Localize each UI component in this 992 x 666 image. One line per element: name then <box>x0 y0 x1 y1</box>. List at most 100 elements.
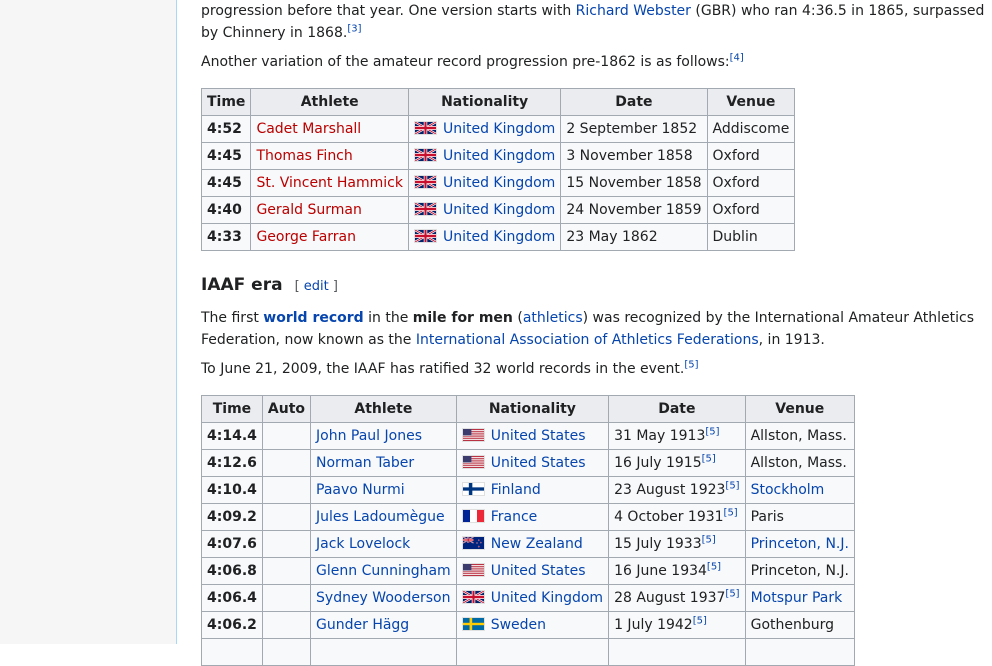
column-header-time: Time <box>200 88 252 116</box>
citation[interactable]: [5] <box>705 426 719 437</box>
venue-cell: Gothenburg <box>744 611 855 639</box>
text: The first <box>201 310 264 326</box>
finland-flag-icon <box>461 482 485 496</box>
venue-link[interactable]: Stockholm <box>751 482 825 498</box>
venue-link[interactable]: Princeton, N.J. <box>751 536 849 552</box>
date-cell <box>608 638 746 666</box>
athlete-link[interactable]: Gunder Hägg <box>316 617 409 633</box>
venue-cell: Allston, Mass. <box>744 449 855 477</box>
uk-flag-icon <box>461 590 485 604</box>
citation-link[interactable]: [5] <box>693 615 707 626</box>
heading-text: IAAF era <box>201 275 283 295</box>
athlete-cell: St. Vincent Hammick <box>250 169 409 197</box>
citation[interactable]: [3] <box>347 23 361 34</box>
citation[interactable]: [5] <box>725 480 739 491</box>
date-text: 1 July 1942 <box>614 617 693 633</box>
nationality-link[interactable]: United States <box>491 563 586 579</box>
citation[interactable]: [5] <box>724 507 738 518</box>
venue-cell: Princeton, N.J. <box>744 530 855 558</box>
citation-link[interactable]: [5] <box>684 359 698 370</box>
time-cell <box>201 638 263 666</box>
date-text: 15 July 1933 <box>614 536 702 552</box>
athlete-link[interactable]: Jack Lovelock <box>316 536 410 552</box>
citation[interactable]: [5] <box>707 561 721 572</box>
time-cell: 4:06.4 <box>201 584 263 612</box>
venue-text: Gothenburg <box>750 617 835 633</box>
nationality-cell: United Kingdom <box>407 196 562 224</box>
athlete-link[interactable]: Cadet Marshall <box>256 121 361 137</box>
nationality-link[interactable]: Sweden <box>491 617 546 633</box>
citation[interactable]: [5] <box>702 453 716 464</box>
nationality-link[interactable]: Finland <box>491 482 541 498</box>
athlete-link[interactable]: Jules Ladoumègue <box>316 509 445 525</box>
citation[interactable]: [5] <box>725 588 739 599</box>
iaaf-link[interactable]: International Association of Athletics F… <box>416 332 759 348</box>
richard-webster-link[interactable]: Richard Webster <box>576 3 691 19</box>
citation-link[interactable]: [5] <box>725 480 739 491</box>
athlete-link[interactable]: John Paul Jones <box>316 428 422 444</box>
nationality-link[interactable]: United Kingdom <box>443 148 555 164</box>
athlete-link[interactable]: George Farran <box>256 229 356 245</box>
time-cell: 4:52 <box>200 115 252 143</box>
column-header-nationality: Nationality <box>455 395 610 423</box>
nationality-cell: France <box>455 503 610 531</box>
athlete-cell: Glenn Cunningham <box>310 557 457 585</box>
citation-link[interactable]: [5] <box>702 534 716 545</box>
nationality-link[interactable]: United Kingdom <box>491 590 603 606</box>
nationality-link[interactable]: France <box>491 509 538 525</box>
france-flag-icon <box>461 509 485 523</box>
auto-cell <box>261 530 312 558</box>
column-header-venue: Venue <box>744 395 855 423</box>
nationality-link[interactable]: United Kingdom <box>443 202 555 218</box>
edit-link[interactable]: edit <box>304 279 329 294</box>
citation-link[interactable]: [5] <box>702 453 716 464</box>
column-header-time: Time <box>201 395 263 423</box>
auto-cell <box>261 503 312 531</box>
text: progression before that year. One versio… <box>201 3 576 19</box>
sweden-flag-icon <box>461 617 485 631</box>
text: , in 1913. <box>758 332 825 348</box>
nationality-cell: United Kingdom <box>455 584 610 612</box>
citation-link[interactable]: [5] <box>705 426 719 437</box>
venue-link[interactable]: Motspur Park <box>751 590 843 606</box>
date-cell: 2 September 1852 <box>560 115 708 143</box>
auto-cell <box>261 584 312 612</box>
citation-link[interactable]: [4] <box>730 52 744 63</box>
citation[interactable]: [5] <box>702 534 716 545</box>
citation-link[interactable]: [5] <box>707 561 721 572</box>
nationality-link[interactable]: United Kingdom <box>443 229 555 245</box>
bracket: [ <box>294 279 304 294</box>
citation[interactable]: [4] <box>730 52 744 63</box>
nationality-link[interactable]: United Kingdom <box>443 175 555 191</box>
venue-cell: Princeton, N.J. <box>744 557 855 585</box>
nationality-link[interactable]: United Kingdom <box>443 121 555 137</box>
citation-link[interactable]: [5] <box>724 507 738 518</box>
nationality-link[interactable]: New Zealand <box>491 536 583 552</box>
citation[interactable]: [5] <box>684 359 698 370</box>
nationality-cell: United Kingdom <box>407 169 562 197</box>
athlete-link[interactable]: Paavo Nurmi <box>316 482 405 498</box>
athlete-link[interactable]: St. Vincent Hammick <box>256 175 403 191</box>
text: by Chinnery in 1868. <box>201 25 348 41</box>
auto-cell <box>261 557 312 585</box>
athlete-cell: Sydney Wooderson <box>310 584 457 612</box>
date-cell: 1 July 1942[5] <box>608 611 746 639</box>
athlete-link[interactable]: Norman Taber <box>316 455 414 471</box>
venue-cell: Oxford <box>706 142 796 170</box>
athlete-link[interactable]: Thomas Finch <box>256 148 352 164</box>
athlete-cell <box>310 638 457 666</box>
athlete-link[interactable]: Sydney Wooderson <box>316 590 450 606</box>
athlete-link[interactable]: Glenn Cunningham <box>316 563 451 579</box>
world-record-link[interactable]: world record <box>263 310 363 326</box>
citation-link[interactable]: [5] <box>725 588 739 599</box>
table-row: 4:09.2 Jules Ladoumègue France 4 October 19… <box>201 503 855 531</box>
nationality-link[interactable]: United States <box>491 455 586 471</box>
citation-link[interactable]: [3] <box>347 23 361 34</box>
table-row: 4:45 St. Vincent Hammick United Kingdom 15 … <box>200 169 796 197</box>
nationality-link[interactable]: United States <box>491 428 586 444</box>
athletics-link[interactable]: athletics <box>523 310 583 326</box>
table-row: 4:10.4 Paavo Nurmi Finland 23 August 1923[5… <box>201 476 855 504</box>
citation[interactable]: [5] <box>693 615 707 626</box>
time-cell: 4:40 <box>200 196 252 224</box>
athlete-link[interactable]: Gerald Surman <box>256 202 361 218</box>
